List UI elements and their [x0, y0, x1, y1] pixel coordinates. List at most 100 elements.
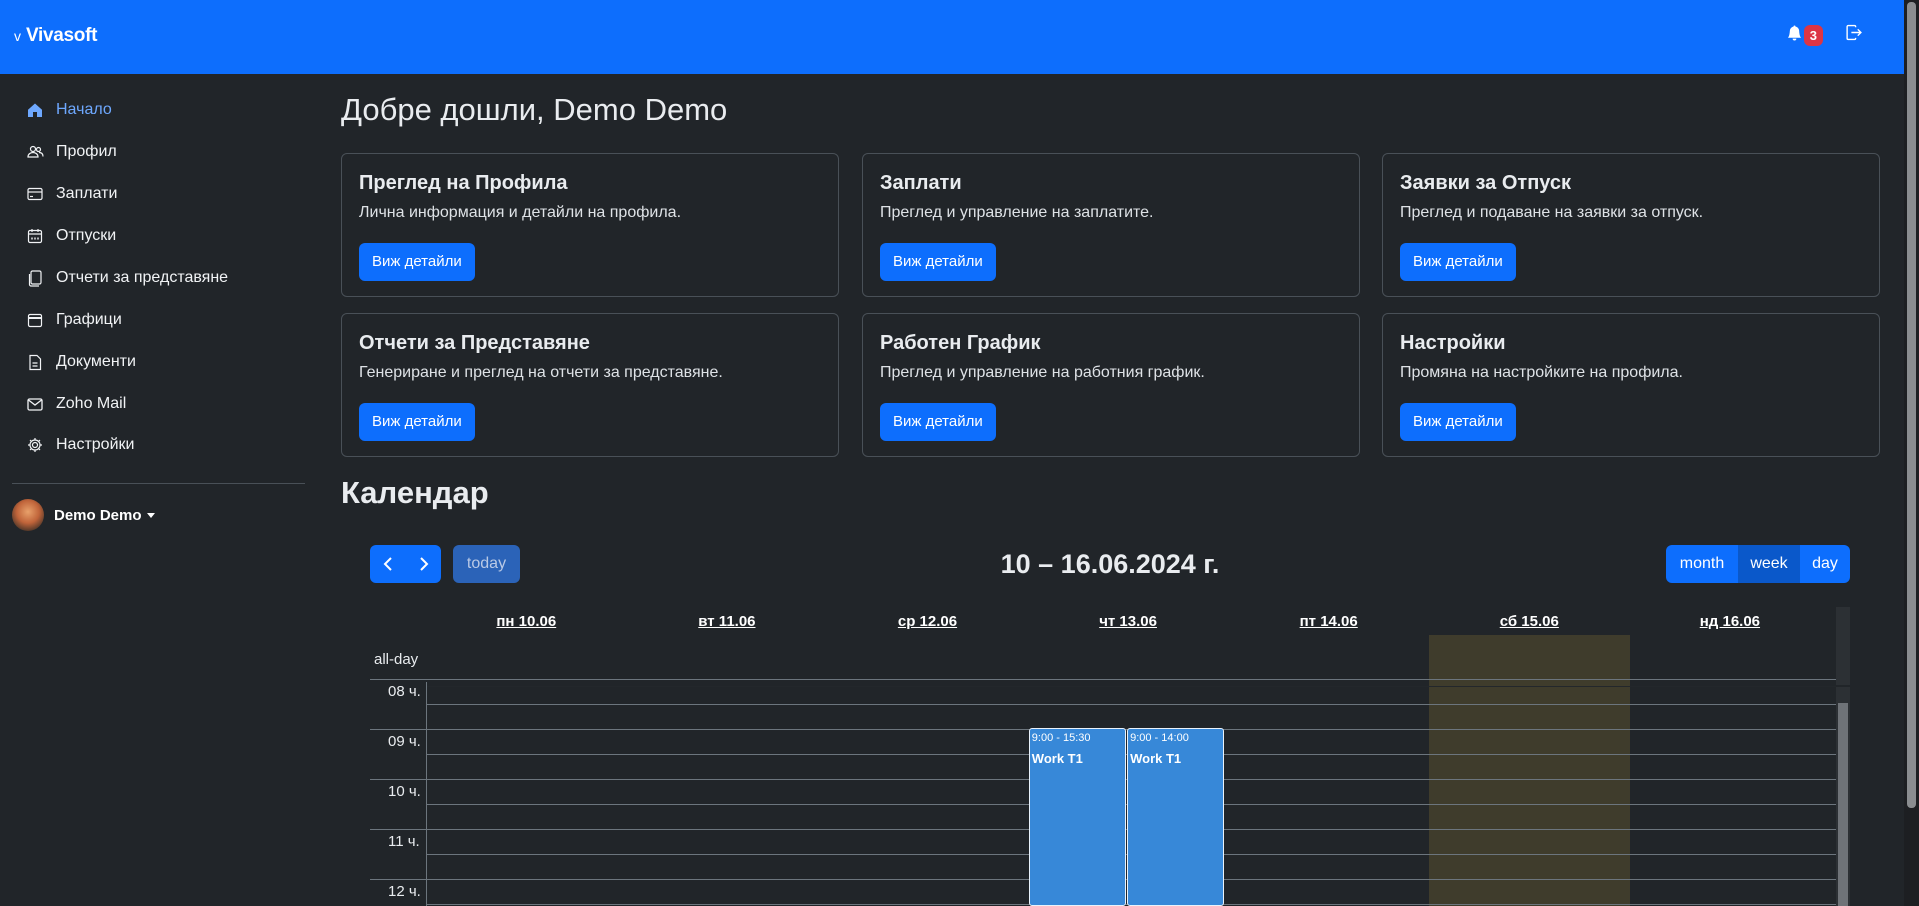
timegrid-scrollbar-thumb[interactable] — [1838, 703, 1848, 906]
hour-line — [426, 704, 1836, 705]
sidebar-item-label: Профил — [56, 143, 117, 160]
month-view-button[interactable]: month — [1666, 545, 1738, 583]
sidebar-item-zoho-mail[interactable]: Zoho Mail — [26, 395, 126, 413]
page-scrollbar-thumb[interactable] — [1907, 2, 1916, 808]
calendar-icon — [26, 311, 44, 329]
calendar-week-grid: all-day пн 10.06 вт 11.06 ср 12.06 чт 13.06… — [370, 607, 1850, 906]
card-salaries: Заплати Преглед и управление на заплатит… — [862, 153, 1360, 297]
card-title: Заплати — [880, 172, 962, 194]
hour-label: 11 ч. — [388, 833, 420, 850]
notifications-button[interactable]: 3 — [1787, 24, 1823, 46]
calendar-nav-group — [370, 545, 441, 583]
allday-scrollbar[interactable] — [1836, 607, 1850, 685]
hour-tick — [370, 679, 426, 680]
prev-button[interactable] — [370, 545, 406, 583]
caret-down-icon — [146, 512, 155, 518]
page-title: Добре дошли, Demo Demo — [341, 92, 728, 127]
day-header[interactable]: пн 10.06 — [426, 613, 627, 630]
day-header[interactable]: сб 15.06 — [1429, 613, 1630, 630]
view-details-button[interactable]: Виж детайли — [880, 403, 996, 441]
allday-label: all-day — [374, 651, 419, 668]
week-view-button[interactable]: week — [1738, 545, 1800, 583]
next-button[interactable] — [406, 545, 441, 583]
card-performance-reports: Отчети за Представяне Генериране и прегл… — [341, 313, 839, 457]
view-details-button[interactable]: Виж детайли — [1400, 403, 1516, 441]
logout-button[interactable] — [1845, 24, 1862, 46]
calendar-range-text: 10 – 16.06.2024 г. — [1000, 549, 1220, 579]
day-header[interactable]: вт 11.06 — [627, 613, 828, 630]
sidebar-item-label: Начало — [56, 101, 112, 118]
sidebar-item-leaves[interactable]: Отпуски — [26, 227, 116, 245]
calendar-event[interactable]: 9:00 - 15:30 Work T1 — [1028, 728, 1127, 906]
card-title: Заявки за Отпуск — [1400, 172, 1572, 194]
hour-label: 12 ч. — [388, 883, 421, 900]
half-hour-line — [426, 679, 1836, 680]
hour-tick — [370, 829, 426, 830]
card-text: Лична информация и детайли на профила. — [359, 204, 682, 221]
card-settings: Настройки Промяна на настройките на проф… — [1382, 313, 1880, 457]
sidebar-item-label: Zoho Mail — [56, 395, 127, 412]
card-text: Преглед и управление на заплатите. — [880, 204, 1154, 221]
sidebar-item-profile[interactable]: Профил — [26, 143, 117, 161]
day-view-button[interactable]: day — [1800, 545, 1850, 583]
report-icon — [26, 269, 44, 287]
view-details-button[interactable]: Виж детайли — [359, 403, 475, 441]
card-title: Работен График — [880, 332, 1041, 354]
allday-separator — [426, 686, 1836, 687]
sidebar-item-label: Настройки — [56, 436, 135, 453]
sidebar-item-salaries[interactable]: Заплати — [26, 185, 117, 203]
event-time: 9:00 - 15:30 — [1031, 732, 1091, 744]
sidebar-item-schedules[interactable]: Графици — [26, 311, 122, 329]
sidebar-item-label: Отчети за представяне — [56, 269, 229, 286]
avatar — [12, 499, 44, 531]
notification-badge: 3 — [1803, 24, 1823, 46]
bell-icon — [1787, 24, 1802, 46]
sidebar-item-settings[interactable]: Настройки — [26, 436, 134, 454]
card-text: Преглед и подаване на заявки за отпуск. — [1400, 204, 1704, 221]
sidebar-item-label: Заплати — [56, 185, 118, 202]
sidebar-item-performance-reports[interactable]: Отчети за представяне — [26, 269, 228, 287]
card-title: Преглед на Профила — [359, 172, 568, 194]
view-details-button[interactable]: Виж детайли — [359, 243, 475, 281]
navbar-actions: 3 — [1787, 24, 1862, 46]
card-text: Преглед и управление на работния график. — [880, 364, 1205, 381]
hour-tick — [370, 779, 426, 780]
today-group: today — [453, 545, 520, 583]
user-name: Demo Demo — [54, 506, 142, 524]
sidebar: Начало Профил Заплати Отпуски Отчети за … — [0, 74, 316, 906]
card-text: Промяна на настройките на профила. — [1400, 364, 1683, 381]
view-details-button[interactable]: Виж детайли — [880, 243, 996, 281]
sidebar-item-documents[interactable]: Документи — [26, 353, 136, 371]
user-menu[interactable]: Demo Demo — [12, 499, 155, 531]
day-header[interactable]: нд 16.06 — [1630, 613, 1831, 630]
document-icon — [26, 353, 44, 371]
home-icon — [26, 101, 44, 119]
weekend-column — [1429, 635, 1630, 906]
event-title: Work T1 — [1130, 751, 1182, 766]
top-navbar: v Vivasoft 3 — [0, 0, 1904, 74]
view-details-button[interactable]: Виж детайли — [1400, 243, 1516, 281]
day-header[interactable]: ср 12.06 — [827, 613, 1028, 630]
hour-label: 08 ч. — [388, 683, 421, 700]
card-text: Генериране и преглед на отчети за предст… — [359, 364, 723, 381]
view-switcher: month week day — [1666, 545, 1850, 583]
credit-card-icon — [26, 185, 44, 203]
hour-tick — [370, 729, 426, 730]
sidebar-item-home[interactable]: Начало — [26, 101, 112, 119]
brand-logo[interactable]: v Vivasoft — [14, 25, 97, 47]
event-title: Work T1 — [1031, 751, 1083, 766]
envelope-icon — [26, 395, 44, 413]
chevron-right-icon — [419, 557, 428, 571]
calendar-heading: Календар — [341, 475, 489, 510]
gear-icon — [26, 436, 44, 454]
sidebar-item-label: Документи — [56, 353, 136, 370]
today-button[interactable]: today — [453, 545, 520, 583]
page-scrollbar[interactable] — [1904, 0, 1919, 906]
sidebar-item-label: Отпуски — [56, 227, 117, 244]
day-header[interactable]: чт 13.06 — [1028, 613, 1229, 630]
day-header[interactable]: пт 14.06 — [1228, 613, 1429, 630]
event-time: 9:00 - 14:00 — [1130, 732, 1189, 744]
calendar-event[interactable]: 9:00 - 14:00 Work T1 — [1127, 728, 1225, 906]
brand-name: Vivasoft — [26, 25, 98, 46]
card-title: Настройки — [1400, 332, 1506, 354]
